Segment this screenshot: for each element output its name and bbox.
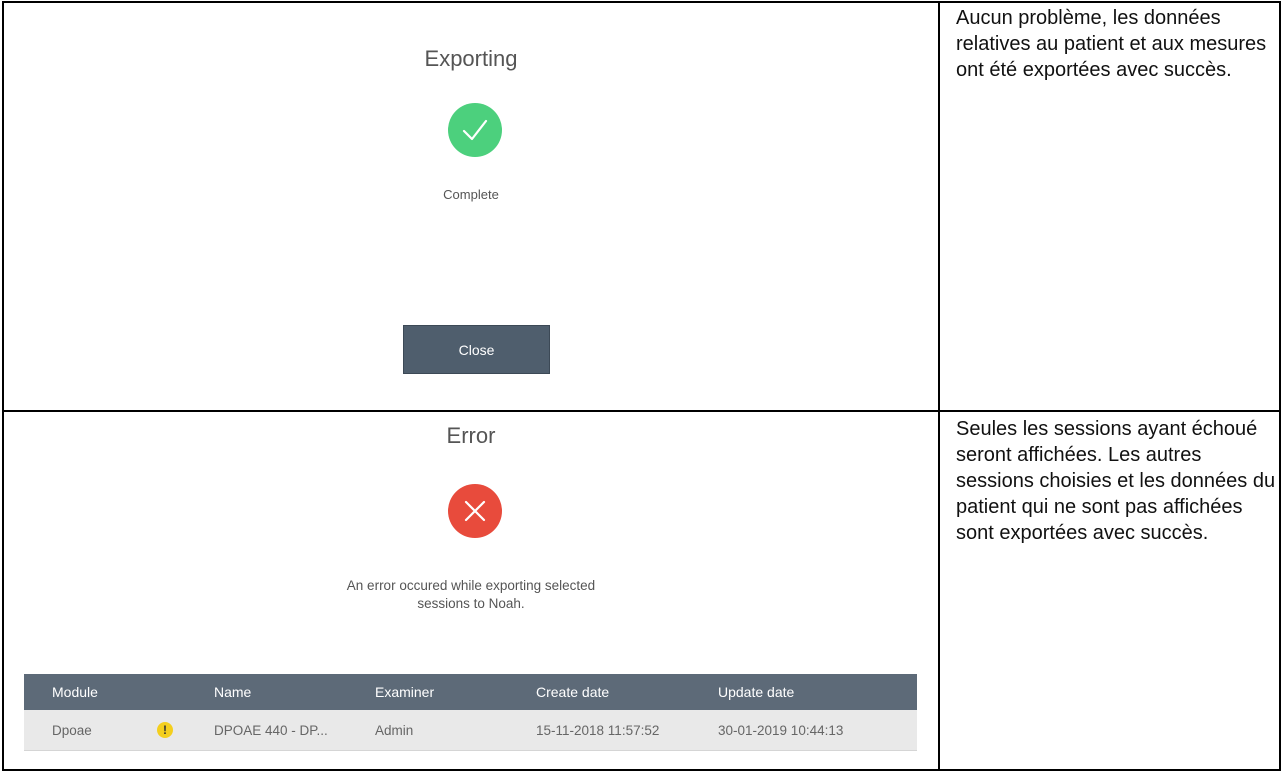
status-text: Complete [443, 187, 499, 202]
error-description: Seules les sessions ayant échoué seront … [956, 418, 1276, 544]
row-divider [2, 410, 1281, 412]
dialog-title: Exporting [424, 46, 518, 71]
success-description: Aucun problème, les données relatives au… [956, 7, 1267, 81]
column-header-examiner[interactable]: Examiner [375, 674, 434, 710]
column-header-name[interactable]: Name [214, 674, 251, 710]
warning-icon: ! [157, 710, 173, 750]
cell-update-date: 30-01-2019 10:44:13 [718, 722, 844, 738]
cell-create-date: 15-11-2018 11:57:52 [536, 722, 660, 738]
table-header: Module Name Examiner Create date Update … [24, 674, 917, 710]
failed-sessions-table: Module Name Examiner Create date Update … [24, 674, 917, 751]
close-button[interactable]: Close [403, 325, 550, 374]
cell-name: DPOAE 440 - DP... [214, 722, 328, 738]
error-message-line-1: An error occured while exporting selecte… [346, 578, 596, 593]
check-circle-icon [448, 103, 502, 157]
column-header-update-date[interactable]: Update date [718, 674, 794, 710]
table-row[interactable]: Dpoae ! DPOAE 440 - DP... Admin 15-11-20… [24, 710, 917, 751]
document-table-frame [2, 1, 1281, 770]
column-header-create-date[interactable]: Create date [536, 674, 609, 710]
error-circle-icon [448, 484, 502, 538]
cell-examiner: Admin [375, 722, 414, 738]
column-divider [938, 1, 940, 771]
cell-module: Dpoae [52, 722, 92, 738]
column-header-module[interactable]: Module [52, 674, 98, 710]
error-message-line-2: sessions to Noah. [417, 596, 525, 611]
dialog-title: Error [446, 423, 496, 448]
